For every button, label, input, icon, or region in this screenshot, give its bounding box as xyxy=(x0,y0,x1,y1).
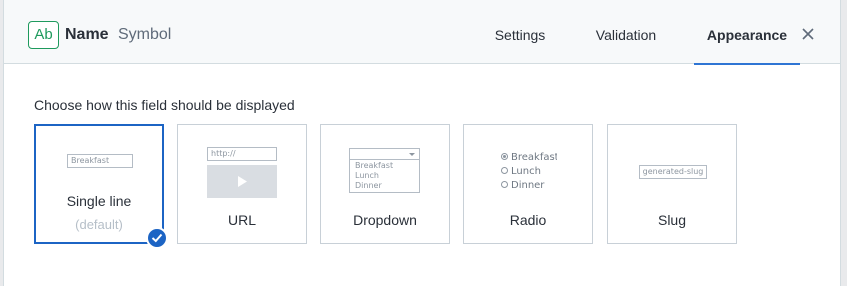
field-settings-modal: Ab Name Symbol Settings Validation Appea… xyxy=(3,0,841,286)
option-label: Slug xyxy=(657,212,687,228)
play-icon xyxy=(238,176,247,187)
radio-dot-icon xyxy=(501,153,508,160)
tab-appearance[interactable]: Appearance xyxy=(694,0,800,65)
field-name: Name xyxy=(65,26,109,43)
video-preview xyxy=(207,165,277,198)
radio-preview-item: Lunch xyxy=(511,166,541,177)
radio-dot-icon xyxy=(501,167,508,174)
appearance-option-radio[interactable]: Breakfast Lunch Dinner Radio xyxy=(463,124,593,244)
close-button[interactable] xyxy=(799,25,817,43)
field-type: Symbol xyxy=(118,26,172,43)
dropdown-preview: Breakfast Lunch Dinner xyxy=(349,148,420,193)
chevron-down-icon xyxy=(409,153,415,156)
radio-preview-item: Dinner xyxy=(511,180,545,191)
slug-preview: generated-slug xyxy=(639,165,707,179)
appearance-option-dropdown[interactable]: Breakfast Lunch Dinner Dropdown xyxy=(320,124,450,244)
field-type-icon: Ab xyxy=(28,21,59,49)
tab-validation[interactable]: Validation xyxy=(582,0,670,64)
dropdown-preview-item: Lunch xyxy=(355,171,379,180)
selected-check-icon xyxy=(146,227,168,249)
appearance-option-slug[interactable]: generated-slug Slug xyxy=(607,124,737,244)
option-label: Single line xyxy=(66,193,132,209)
radio-dot-icon xyxy=(501,181,508,188)
dropdown-preview-item: Breakfast xyxy=(355,161,394,170)
close-icon xyxy=(802,28,814,40)
url-preview: http:// xyxy=(207,147,277,161)
modal-header: Ab Name Symbol Settings Validation Appea… xyxy=(4,0,840,65)
tab-settings[interactable]: Settings xyxy=(478,0,562,64)
option-sublabel: (default) xyxy=(75,217,123,232)
appearance-option-url[interactable]: http:// URL xyxy=(177,124,307,244)
option-label: Dropdown xyxy=(353,212,417,228)
single-line-preview: Breakfast xyxy=(67,154,133,168)
dropdown-preview-item: Dinner xyxy=(355,181,382,190)
option-label: Radio xyxy=(509,212,547,228)
appearance-prompt: Choose how this field should be displaye… xyxy=(34,97,295,113)
radio-preview-item: Breakfast xyxy=(511,152,557,163)
option-label: URL xyxy=(227,212,256,228)
appearance-option-single-line[interactable]: Breakfast Single line (default) xyxy=(34,124,164,244)
radio-preview: Breakfast Lunch Dinner xyxy=(501,152,557,192)
